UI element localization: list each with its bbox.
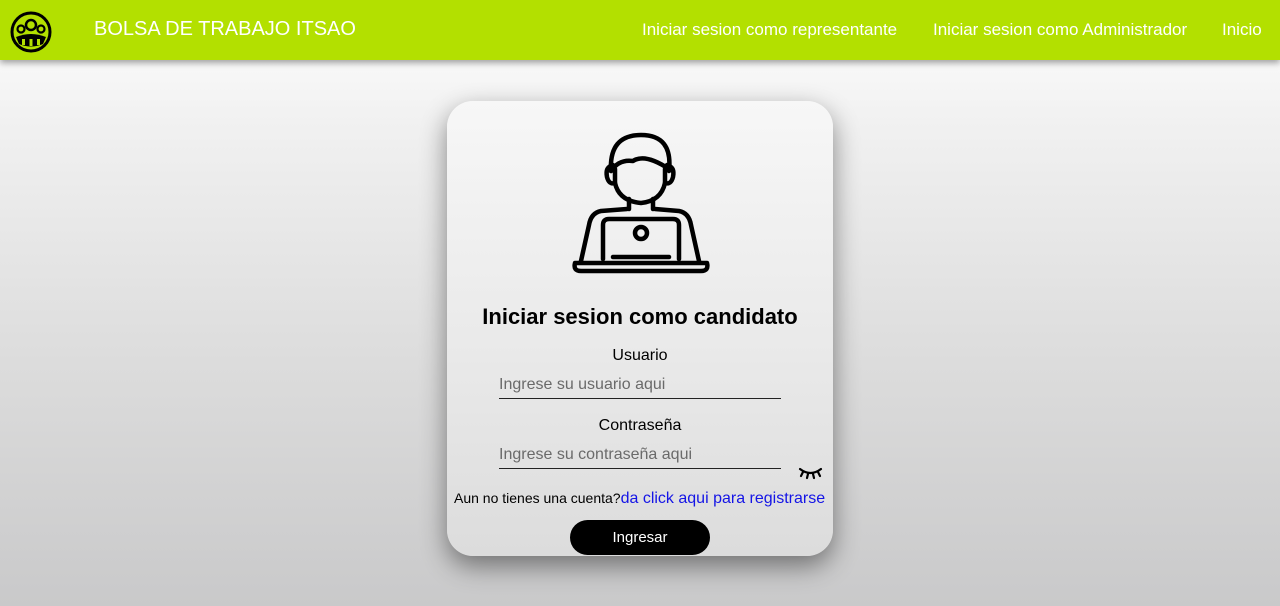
top-navbar: BOLSA DE TRABAJO ITSAO Iniciar sesion co…	[0, 0, 1280, 60]
register-prompt-line: Aun no tienes una cuenta?da click aqui p…	[454, 489, 825, 508]
password-label: Contraseña	[598, 417, 682, 434]
eye-closed-icon[interactable]	[798, 466, 823, 480]
nav-link-representante[interactable]: Iniciar sesion como representante	[642, 20, 897, 40]
person-at-laptop-icon	[572, 132, 710, 274]
login-submit-button[interactable]: Ingresar	[570, 520, 710, 555]
register-prompt: Aun no tienes una cuenta?	[454, 490, 621, 506]
nav-link-administrador[interactable]: Iniciar sesion como Administrador	[933, 20, 1187, 40]
username-input[interactable]	[499, 372, 781, 399]
site-brand[interactable]: BOLSA DE TRABAJO ITSAO	[94, 18, 356, 40]
nav-link-inicio[interactable]: Inicio	[1222, 20, 1262, 40]
register-link[interactable]: da click aqui para registrarse	[621, 490, 826, 507]
login-title: Iniciar sesion como candidato	[482, 304, 798, 329]
password-input[interactable]	[499, 442, 781, 469]
login-card: Iniciar sesion como candidato Usuario Co…	[447, 101, 833, 556]
username-label: Usuario	[612, 347, 668, 364]
people-group-logo-icon[interactable]	[10, 11, 52, 53]
